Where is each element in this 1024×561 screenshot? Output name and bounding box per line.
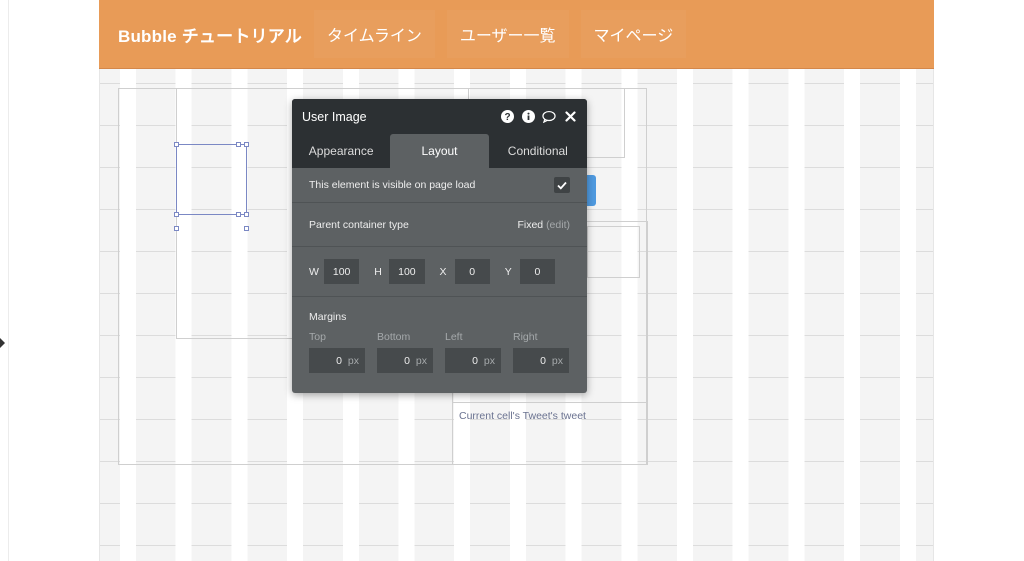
margins-section: Margins Top 0 px Bottom 0 px Left 0 px Righ… [292,297,587,373]
margin-top-label: Top [309,331,326,343]
property-editor-panel: User Image ? Appearance Layout Condition… [292,99,587,393]
visibility-row: This element is visible on page load [292,168,587,203]
left-marker-arrow-icon [0,338,5,348]
margin-left-unit: px [483,354,495,367]
container-type-edit-link[interactable]: (edit) [546,219,570,231]
resize-handle-bl[interactable] [174,212,179,217]
container-type-value-wrap: Fixed (edit) [517,219,570,231]
margin-right-value: 0 [540,354,546,367]
x-label: X [439,265,447,278]
margin-bottom-label: Bottom [377,331,411,343]
brand-title[interactable]: Bubble チュートリアル [118,22,302,47]
checkmark-icon [557,181,567,190]
visible-on-load-label: This element is visible on page load [309,179,476,191]
margin-handle-br[interactable] [244,226,249,231]
tab-conditional[interactable]: Conditional [489,134,587,168]
height-label: H [374,265,382,278]
selected-user-image[interactable] [176,144,247,215]
margin-bottom: Bottom 0 px [377,331,433,373]
info-icon[interactable] [521,110,535,124]
margin-left-label: Left [445,331,463,343]
cell-divider [452,402,648,403]
panel-title: User Image [302,109,367,124]
container-type-row: Parent container type Fixed (edit) [292,203,587,247]
cell-tweet-text[interactable]: Current cell's Tweet's tweet [459,410,586,422]
dimensions-row: W 100 H 100 X 0 Y 0 [292,247,587,297]
editor-viewport: Current cell's Tweet's tweet Bubble チュート… [0,0,1024,561]
margin-left: Left 0 px [445,331,501,373]
margin-left-value: 0 [472,354,478,367]
panel-tabs: Appearance Layout Conditional [292,134,587,168]
help-icon[interactable]: ? [500,110,514,124]
margin-right-input[interactable]: 0 px [513,348,569,373]
height-input[interactable]: 100 [389,259,425,284]
svg-text:?: ? [504,112,510,123]
width-label: W [309,265,319,278]
group-outline-bottom [176,338,292,339]
nav-user-list[interactable]: ユーザー一覧 [446,10,569,58]
margins-grid: Top 0 px Bottom 0 px Left 0 px Right 0 px [309,331,570,373]
margin-bottom-input[interactable]: 0 px [377,348,433,373]
margin-left-input[interactable]: 0 px [445,348,501,373]
margin-right: Right 0 px [513,331,569,373]
panel-title-bar[interactable]: User Image ? [292,99,587,134]
comment-icon[interactable] [542,110,556,124]
tab-appearance[interactable]: Appearance [292,134,390,168]
margin-top: Top 0 px [309,331,365,373]
resize-handle-tr[interactable] [244,142,249,147]
margin-right-unit: px [551,354,563,367]
margin-top-input[interactable]: 0 px [309,348,365,373]
width-input[interactable]: 100 [324,259,360,284]
close-icon[interactable] [563,110,577,124]
left-rule [8,0,9,561]
margins-title: Margins [309,311,347,323]
margin-bottom-value: 0 [404,354,410,367]
container-type-label: Parent container type [309,218,409,231]
x-input[interactable]: 0 [454,259,490,284]
resize-handle-br[interactable] [244,212,249,217]
margin-top-value: 0 [336,354,342,367]
visible-on-load-checkbox[interactable] [554,177,570,193]
resize-handle-tm[interactable] [236,142,241,147]
margin-handle-bl[interactable] [174,226,179,231]
nav-my-page[interactable]: マイページ [580,10,687,58]
container-type-value: Fixed [517,218,544,231]
margin-top-unit: px [347,354,359,367]
y-input[interactable]: 0 [519,259,555,284]
tab-layout[interactable]: Layout [390,134,489,168]
resize-handle-bm[interactable] [236,212,241,217]
nav-timeline[interactable]: タイムライン [313,10,435,58]
app-header: Bubble チュートリアル タイムライン ユーザー一覧 マイページ [99,0,934,69]
y-label: Y [504,265,512,278]
resize-handle-tl[interactable] [174,142,179,147]
margin-right-label: Right [513,331,538,343]
margin-bottom-unit: px [415,354,427,367]
